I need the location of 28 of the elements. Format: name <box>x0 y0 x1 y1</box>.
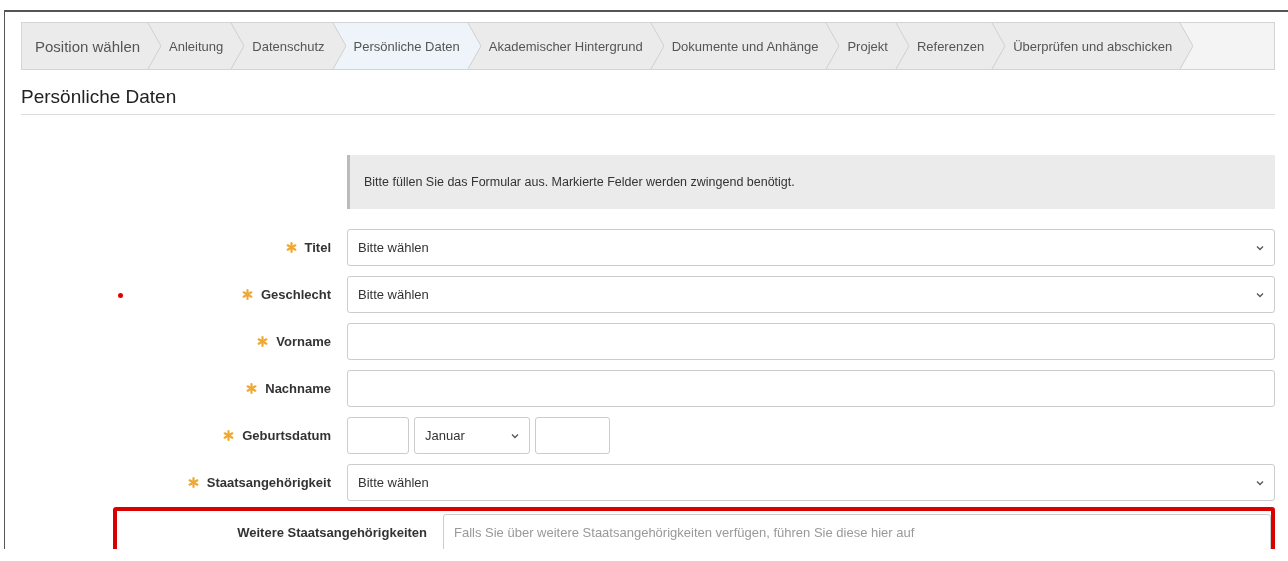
field-label: Staatsangehörigkeit <box>206 475 331 490</box>
breadcrumb-step[interactable]: Dokumente und Anhänge <box>663 23 826 69</box>
select-field[interactable]: Bitte wählen <box>347 276 1275 313</box>
info-notice: Bitte füllen Sie das Formular aus. Markierte Felder werden zwingend benötigt. <box>347 155 1275 209</box>
input-field[interactable]: Falls Sie über weitere Staatsangehörigkeiten verfügen, führen Sie diese hier auf <box>443 514 1271 549</box>
section-heading: Persönliche Daten <box>21 86 1275 115</box>
field-label: Geburtsdatum <box>242 428 331 443</box>
field-label: Titel <box>304 240 331 255</box>
day-field[interactable] <box>347 417 409 454</box>
caret-icon <box>1256 479 1264 486</box>
caret-icon <box>511 432 519 439</box>
year-field[interactable] <box>535 417 610 454</box>
select-field[interactable]: Bitte wählen <box>347 229 1275 266</box>
caret-icon <box>1256 244 1264 251</box>
field-label: Geschlecht <box>260 287 331 302</box>
breadcrumb-step[interactable]: Referenzen <box>908 23 992 69</box>
input-field[interactable] <box>347 370 1275 407</box>
field-label: Weitere Staatsangehörigkeiten <box>237 525 427 540</box>
breadcrumb-step[interactable]: Anleitung <box>161 23 231 69</box>
month-select[interactable]: Januar <box>414 417 530 454</box>
field-label: Nachname <box>265 381 331 396</box>
breadcrumb-step[interactable]: Projekt <box>839 23 895 69</box>
caret-icon <box>1256 291 1264 298</box>
input-field[interactable] <box>347 323 1275 360</box>
breadcrumb-step[interactable]: Position wählen <box>22 23 148 69</box>
select-field[interactable]: Bitte wählen <box>347 464 1275 501</box>
field-label: Vorname <box>276 334 331 349</box>
breadcrumb-step[interactable]: Akademischer Hintergrund <box>480 23 650 69</box>
